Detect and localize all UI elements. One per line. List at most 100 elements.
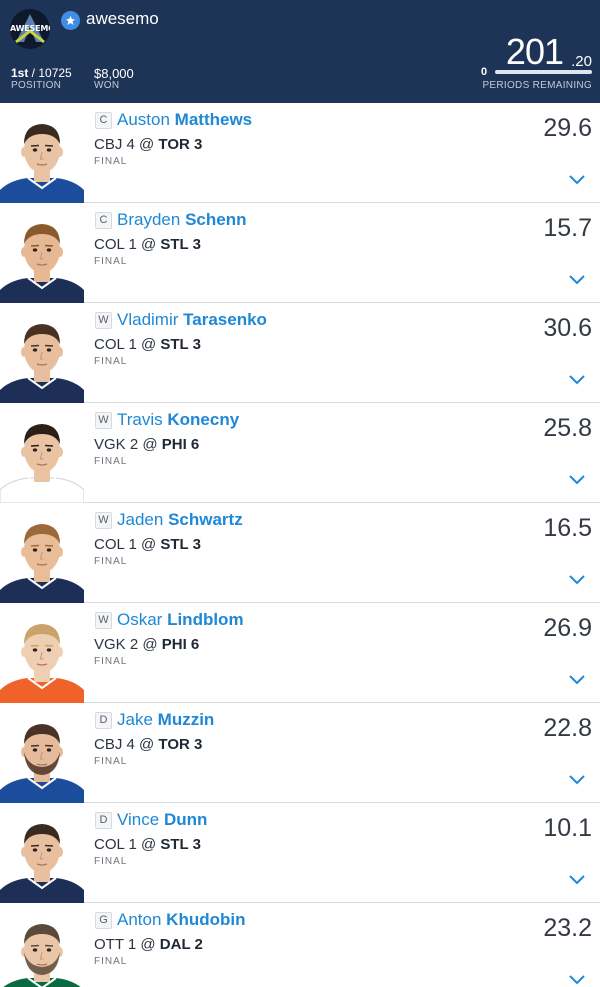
game-score: COL 1 @ STL 3 [94, 536, 201, 553]
player-name[interactable]: Anton Khudobin [117, 910, 245, 930]
winnings-label: WON [94, 80, 120, 91]
chevron-down-icon[interactable] [568, 173, 586, 185]
player-row[interactable]: C Brayden Schenn COL 1 @ STL 3 FINAL 15.7 [0, 203, 600, 303]
game-score: VGK 2 @ PHI 6 [94, 436, 199, 453]
player-photo [0, 524, 84, 603]
chevron-down-icon[interactable] [568, 273, 586, 285]
winnings-value: $8,000 [94, 66, 134, 81]
lineup-list: C Auston Matthews CBJ 4 @ TOR 3 FINAL 29.6 C B… [0, 103, 600, 987]
at-separator: @ [134, 736, 159, 753]
player-row[interactable]: W Jaden Schwartz COL 1 @ STL 3 FINAL 16.5 [0, 503, 600, 603]
game-score: CBJ 4 @ TOR 3 [94, 736, 202, 753]
at-separator: @ [138, 436, 162, 453]
player-row[interactable]: D Jake Muzzin CBJ 4 @ TOR 3 FINAL 22.8 [0, 703, 600, 803]
player-last-name: Schenn [185, 210, 247, 229]
home-team-score: TOR 3 [158, 136, 203, 153]
position-badge: D [95, 712, 112, 729]
player-photo [0, 324, 84, 403]
fantasy-points: 25.8 [543, 414, 592, 442]
player-last-name: Muzzin [157, 710, 215, 729]
player-name[interactable]: Vladimir Tarasenko [117, 310, 267, 330]
at-separator: @ [136, 336, 161, 353]
game-status: FINAL [94, 956, 128, 967]
away-team-score: VGK 2 [94, 636, 139, 653]
player-last-name: Dunn [163, 810, 208, 829]
away-team-score: COL 1 [94, 336, 137, 353]
fantasy-points: 30.6 [543, 314, 592, 342]
player-last-name: Matthews [174, 110, 253, 129]
away-team-score: CBJ 4 [94, 736, 135, 753]
player-avatar [0, 508, 84, 603]
position-badge: W [95, 512, 112, 529]
player-row[interactable]: W Vladimir Tarasenko COL 1 @ STL 3 FINAL 30.… [0, 303, 600, 403]
game-score: COL 1 @ STL 3 [94, 836, 201, 853]
game-status: FINAL [94, 356, 128, 367]
home-team-score: STL 3 [160, 336, 201, 353]
position-label: POSITION [11, 80, 62, 91]
game-score: OTT 1 @ DAL 2 [94, 936, 203, 953]
awesemo-logo: AWESEMO [10, 9, 50, 49]
player-first-name: Oskar [117, 610, 163, 629]
position-badge: W [95, 412, 112, 429]
away-team-score: CBJ 4 [94, 136, 135, 153]
favorite-star-icon[interactable] [61, 11, 80, 30]
position-badge: W [95, 312, 112, 329]
game-status: FINAL [94, 256, 128, 267]
position-badge: C [95, 212, 112, 229]
player-name[interactable]: Auston Matthews [117, 110, 252, 130]
player-photo [0, 424, 84, 503]
chevron-down-icon[interactable] [568, 373, 586, 385]
chevron-down-icon[interactable] [568, 973, 586, 985]
player-photo [0, 624, 84, 703]
periods-remaining-count: 0 [481, 66, 488, 78]
fantasy-points: 26.9 [543, 614, 592, 642]
player-row[interactable]: G Anton Khudobin OTT 1 @ DAL 2 FINAL 23.2 [0, 903, 600, 987]
fantasy-points: 15.7 [543, 214, 592, 242]
chevron-down-icon[interactable] [568, 773, 586, 785]
home-team-score: PHI 6 [161, 636, 200, 653]
player-avatar [0, 408, 84, 503]
fantasy-points: 23.2 [543, 914, 592, 942]
username[interactable]: awesemo [86, 9, 159, 29]
away-team-score: COL 1 [94, 836, 137, 853]
player-first-name: Auston [117, 110, 170, 129]
game-score: COL 1 @ STL 3 [94, 336, 201, 353]
fantasy-points: 29.6 [543, 114, 592, 142]
player-avatar [0, 308, 84, 403]
player-photo [0, 224, 84, 303]
game-score: COL 1 @ STL 3 [94, 236, 201, 253]
fantasy-points: 16.5 [543, 514, 592, 542]
game-status: FINAL [94, 156, 128, 167]
fantasy-points: 22.8 [543, 714, 592, 742]
home-team-score: STL 3 [160, 536, 201, 553]
chevron-down-icon[interactable] [568, 473, 586, 485]
game-status: FINAL [94, 656, 128, 667]
at-separator: @ [136, 236, 161, 253]
away-team-score: OTT 1 [94, 936, 137, 953]
player-name[interactable]: Jake Muzzin [117, 710, 214, 730]
player-first-name: Travis [117, 410, 163, 429]
chevron-down-icon[interactable] [568, 873, 586, 885]
player-name[interactable]: Vince Dunn [117, 810, 207, 830]
player-name[interactable]: Travis Konecny [117, 410, 239, 430]
player-avatar [0, 108, 84, 203]
at-separator: @ [136, 536, 161, 553]
player-last-name: Khudobin [166, 910, 246, 929]
fantasy-points: 10.1 [543, 814, 592, 842]
player-name[interactable]: Brayden Schenn [117, 210, 246, 230]
player-row[interactable]: W Oskar Lindblom VGK 2 @ PHI 6 FINAL 26.9 [0, 603, 600, 703]
player-row[interactable]: D Vince Dunn COL 1 @ STL 3 FINAL 10.1 [0, 803, 600, 903]
chevron-down-icon[interactable] [568, 673, 586, 685]
home-team-score: DAL 2 [159, 936, 203, 953]
player-avatar [0, 808, 84, 903]
home-team-score: TOR 3 [158, 736, 203, 753]
player-name[interactable]: Oskar Lindblom [117, 610, 244, 630]
player-row[interactable]: C Auston Matthews CBJ 4 @ TOR 3 FINAL 29.6 [0, 103, 600, 203]
home-team-score: STL 3 [160, 236, 201, 253]
player-name[interactable]: Jaden Schwartz [117, 510, 243, 530]
game-score: VGK 2 @ PHI 6 [94, 636, 199, 653]
player-row[interactable]: W Travis Konecny VGK 2 @ PHI 6 FINAL 25.8 [0, 403, 600, 503]
chevron-down-icon[interactable] [568, 573, 586, 585]
game-status: FINAL [94, 556, 128, 567]
player-avatar [0, 208, 84, 303]
